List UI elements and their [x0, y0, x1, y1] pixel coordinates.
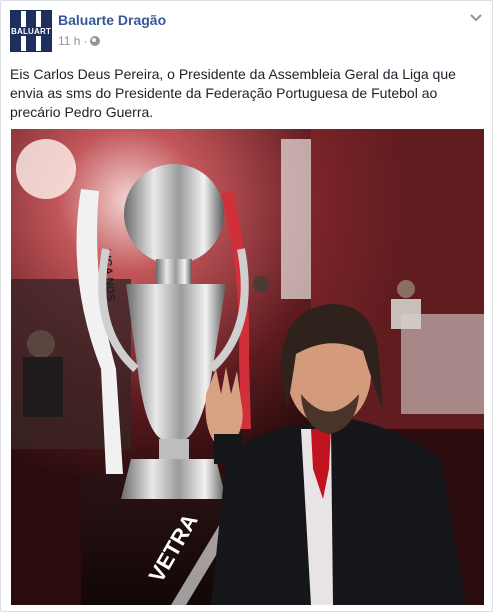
page-avatar[interactable]: BALUARTE: [10, 10, 52, 52]
post-photo[interactable]: VETRA LIGA NOS: [11, 129, 484, 605]
photo-illustration: VETRA LIGA NOS: [11, 129, 484, 605]
meta-separator: ·: [83, 34, 88, 48]
post-meta: 11 h ·: [58, 34, 101, 48]
feed-post: BALUARTE Baluarte Dragão 11 h · Eis Carl…: [0, 0, 493, 612]
post-timestamp[interactable]: 11 h: [58, 34, 80, 48]
post-author-name[interactable]: Baluarte Dragão: [58, 12, 166, 28]
post-text: Eis Carlos Deus Pereira, o Presidente da…: [10, 66, 456, 120]
avatar-logo-text: BALUARTE: [11, 27, 52, 36]
chevron-down-icon[interactable]: [470, 13, 482, 23]
globe-icon[interactable]: [90, 36, 101, 46]
